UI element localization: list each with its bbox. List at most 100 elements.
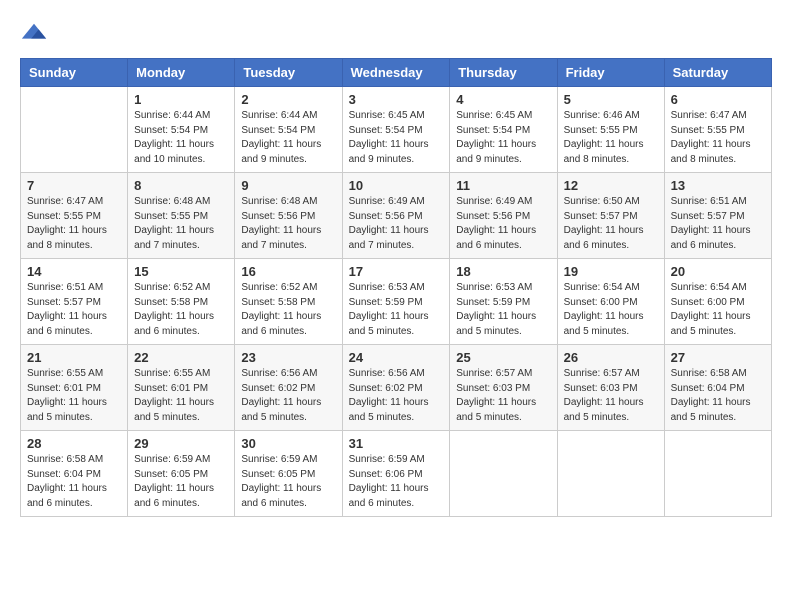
calendar-cell: 15 Sunrise: 6:52 AM Sunset: 5:58 PM Dayl…: [128, 259, 235, 345]
sunset-text: Sunset: 6:04 PM: [671, 383, 745, 394]
calendar-body: 1 Sunrise: 6:44 AM Sunset: 5:54 PM Dayli…: [21, 87, 772, 517]
sunrise-text: Sunrise: 6:56 AM: [349, 368, 425, 379]
calendar-cell: 23 Sunrise: 6:56 AM Sunset: 6:02 PM Dayl…: [235, 345, 342, 431]
daylight-text: Daylight: 11 hours and 5 minutes.: [27, 397, 107, 423]
day-info: Sunrise: 6:53 AM Sunset: 5:59 PM Dayligh…: [349, 281, 444, 339]
day-info: Sunrise: 6:58 AM Sunset: 6:04 PM Dayligh…: [671, 367, 765, 425]
day-info: Sunrise: 6:47 AM Sunset: 5:55 PM Dayligh…: [27, 195, 121, 253]
day-info: Sunrise: 6:58 AM Sunset: 6:04 PM Dayligh…: [27, 453, 121, 511]
day-number: 2: [241, 92, 335, 107]
day-number: 25: [456, 350, 550, 365]
sunset-text: Sunset: 5:58 PM: [241, 297, 315, 308]
daylight-text: Daylight: 11 hours and 5 minutes.: [671, 311, 751, 337]
day-number: 17: [349, 264, 444, 279]
sunset-text: Sunset: 6:01 PM: [134, 383, 208, 394]
daylight-text: Daylight: 11 hours and 6 minutes.: [27, 311, 107, 337]
day-info: Sunrise: 6:48 AM Sunset: 5:55 PM Dayligh…: [134, 195, 228, 253]
calendar-cell: 21 Sunrise: 6:55 AM Sunset: 6:01 PM Dayl…: [21, 345, 128, 431]
day-info: Sunrise: 6:49 AM Sunset: 5:56 PM Dayligh…: [349, 195, 444, 253]
sunset-text: Sunset: 5:59 PM: [349, 297, 423, 308]
sunset-text: Sunset: 5:54 PM: [456, 125, 530, 136]
day-number: 6: [671, 92, 765, 107]
page-header: [20, 20, 772, 48]
day-number: 18: [456, 264, 550, 279]
calendar-cell: 19 Sunrise: 6:54 AM Sunset: 6:00 PM Dayl…: [557, 259, 664, 345]
calendar-cell: 10 Sunrise: 6:49 AM Sunset: 5:56 PM Dayl…: [342, 173, 450, 259]
sunrise-text: Sunrise: 6:57 AM: [564, 368, 640, 379]
day-info: Sunrise: 6:54 AM Sunset: 6:00 PM Dayligh…: [564, 281, 658, 339]
day-number: 27: [671, 350, 765, 365]
calendar-cell: 12 Sunrise: 6:50 AM Sunset: 5:57 PM Dayl…: [557, 173, 664, 259]
calendar-cell: 14 Sunrise: 6:51 AM Sunset: 5:57 PM Dayl…: [21, 259, 128, 345]
calendar-cell: 30 Sunrise: 6:59 AM Sunset: 6:05 PM Dayl…: [235, 431, 342, 517]
sunrise-text: Sunrise: 6:53 AM: [349, 282, 425, 293]
day-number: 19: [564, 264, 658, 279]
day-number: 21: [27, 350, 121, 365]
sunrise-text: Sunrise: 6:48 AM: [241, 196, 317, 207]
sunset-text: Sunset: 5:55 PM: [134, 211, 208, 222]
day-info: Sunrise: 6:59 AM Sunset: 6:05 PM Dayligh…: [241, 453, 335, 511]
day-header-wednesday: Wednesday: [342, 59, 450, 87]
day-info: Sunrise: 6:53 AM Sunset: 5:59 PM Dayligh…: [456, 281, 550, 339]
day-info: Sunrise: 6:52 AM Sunset: 5:58 PM Dayligh…: [241, 281, 335, 339]
day-info: Sunrise: 6:45 AM Sunset: 5:54 PM Dayligh…: [456, 109, 550, 167]
sunset-text: Sunset: 5:57 PM: [564, 211, 638, 222]
sunrise-text: Sunrise: 6:47 AM: [27, 196, 103, 207]
sunset-text: Sunset: 5:55 PM: [27, 211, 101, 222]
sunset-text: Sunset: 5:54 PM: [241, 125, 315, 136]
calendar-cell: 22 Sunrise: 6:55 AM Sunset: 6:01 PM Dayl…: [128, 345, 235, 431]
day-info: Sunrise: 6:59 AM Sunset: 6:05 PM Dayligh…: [134, 453, 228, 511]
sunset-text: Sunset: 5:58 PM: [134, 297, 208, 308]
daylight-text: Daylight: 11 hours and 5 minutes.: [349, 311, 429, 337]
sunset-text: Sunset: 5:54 PM: [134, 125, 208, 136]
sunrise-text: Sunrise: 6:44 AM: [241, 110, 317, 121]
day-info: Sunrise: 6:44 AM Sunset: 5:54 PM Dayligh…: [241, 109, 335, 167]
calendar-cell: 20 Sunrise: 6:54 AM Sunset: 6:00 PM Dayl…: [664, 259, 771, 345]
sunset-text: Sunset: 5:54 PM: [349, 125, 423, 136]
day-info: Sunrise: 6:52 AM Sunset: 5:58 PM Dayligh…: [134, 281, 228, 339]
day-info: Sunrise: 6:57 AM Sunset: 6:03 PM Dayligh…: [564, 367, 658, 425]
day-info: Sunrise: 6:56 AM Sunset: 6:02 PM Dayligh…: [241, 367, 335, 425]
day-info: Sunrise: 6:51 AM Sunset: 5:57 PM Dayligh…: [27, 281, 121, 339]
day-info: Sunrise: 6:59 AM Sunset: 6:06 PM Dayligh…: [349, 453, 444, 511]
daylight-text: Daylight: 11 hours and 6 minutes.: [27, 483, 107, 509]
calendar-week-4: 21 Sunrise: 6:55 AM Sunset: 6:01 PM Dayl…: [21, 345, 772, 431]
daylight-text: Daylight: 11 hours and 5 minutes.: [456, 397, 536, 423]
day-number: 5: [564, 92, 658, 107]
day-info: Sunrise: 6:50 AM Sunset: 5:57 PM Dayligh…: [564, 195, 658, 253]
day-header-tuesday: Tuesday: [235, 59, 342, 87]
calendar-cell: [450, 431, 557, 517]
logo-icon: [20, 20, 48, 48]
daylight-text: Daylight: 11 hours and 8 minutes.: [564, 139, 644, 165]
calendar-cell: 2 Sunrise: 6:44 AM Sunset: 5:54 PM Dayli…: [235, 87, 342, 173]
sunset-text: Sunset: 6:00 PM: [671, 297, 745, 308]
day-number: 11: [456, 178, 550, 193]
calendar-cell: 3 Sunrise: 6:45 AM Sunset: 5:54 PM Dayli…: [342, 87, 450, 173]
sunset-text: Sunset: 6:05 PM: [134, 469, 208, 480]
sunrise-text: Sunrise: 6:44 AM: [134, 110, 210, 121]
daylight-text: Daylight: 11 hours and 9 minutes.: [456, 139, 536, 165]
daylight-text: Daylight: 11 hours and 6 minutes.: [241, 483, 321, 509]
day-info: Sunrise: 6:47 AM Sunset: 5:55 PM Dayligh…: [671, 109, 765, 167]
day-number: 14: [27, 264, 121, 279]
sunset-text: Sunset: 6:02 PM: [241, 383, 315, 394]
sunrise-text: Sunrise: 6:48 AM: [134, 196, 210, 207]
day-number: 12: [564, 178, 658, 193]
calendar-cell: [664, 431, 771, 517]
sunrise-text: Sunrise: 6:56 AM: [241, 368, 317, 379]
day-header-saturday: Saturday: [664, 59, 771, 87]
sunrise-text: Sunrise: 6:57 AM: [456, 368, 532, 379]
day-number: 30: [241, 436, 335, 451]
sunset-text: Sunset: 5:55 PM: [671, 125, 745, 136]
daylight-text: Daylight: 11 hours and 6 minutes.: [671, 225, 751, 251]
daylight-text: Daylight: 11 hours and 8 minutes.: [27, 225, 107, 251]
day-number: 22: [134, 350, 228, 365]
calendar-cell: 4 Sunrise: 6:45 AM Sunset: 5:54 PM Dayli…: [450, 87, 557, 173]
sunrise-text: Sunrise: 6:50 AM: [564, 196, 640, 207]
day-info: Sunrise: 6:57 AM Sunset: 6:03 PM Dayligh…: [456, 367, 550, 425]
daylight-text: Daylight: 11 hours and 5 minutes.: [564, 397, 644, 423]
day-info: Sunrise: 6:56 AM Sunset: 6:02 PM Dayligh…: [349, 367, 444, 425]
calendar-cell: 25 Sunrise: 6:57 AM Sunset: 6:03 PM Dayl…: [450, 345, 557, 431]
daylight-text: Daylight: 11 hours and 7 minutes.: [134, 225, 214, 251]
daylight-text: Daylight: 11 hours and 5 minutes.: [671, 397, 751, 423]
